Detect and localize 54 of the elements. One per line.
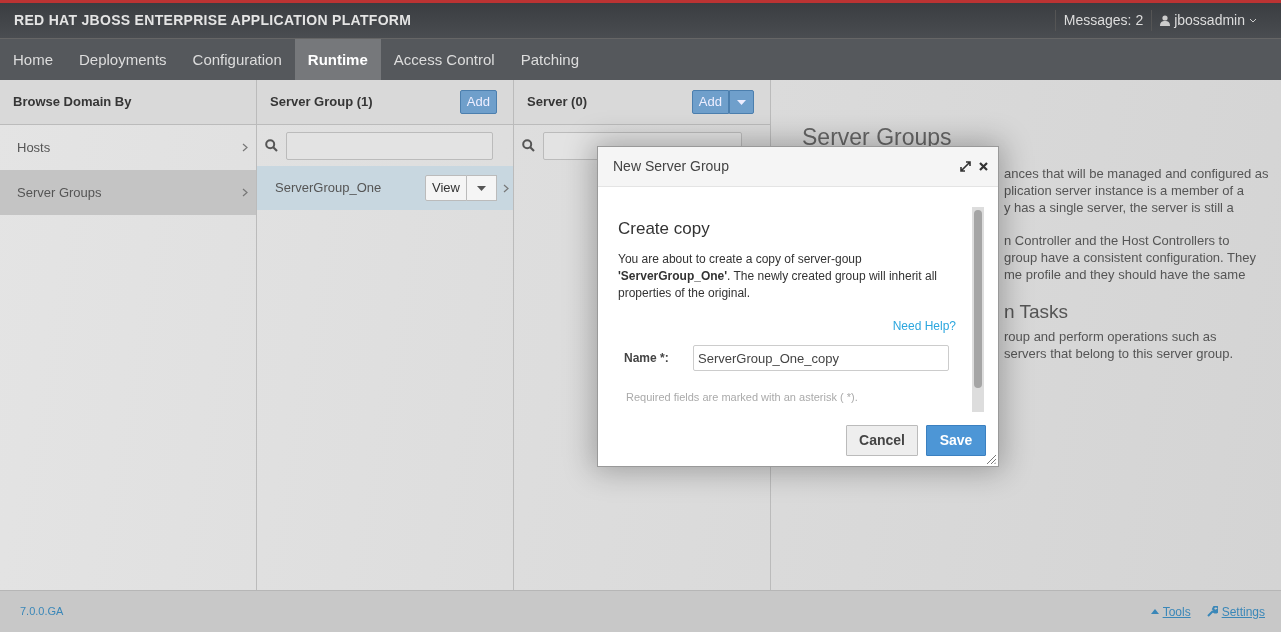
column-title: Server Group (1) (270, 93, 373, 112)
caret-up-icon (1150, 609, 1159, 614)
column-title: Server (0) (527, 93, 587, 112)
view-button[interactable]: View (425, 175, 467, 201)
nav-tab[interactable]: Configuration (179, 39, 295, 81)
column-title: Browse Domain By (13, 93, 132, 112)
brand-logo: RED HAT JBOSS ENTERPRISE APPLICATION PLATFORM (13, 11, 412, 30)
search-field[interactable] (286, 131, 493, 160)
text-line: group have a consistent configuration. They (1004, 248, 1256, 266)
search-icon (265, 139, 278, 152)
chevron-right-icon (242, 188, 248, 197)
caret-down-icon (477, 186, 486, 192)
nav-tab[interactable]: Access Control (380, 39, 508, 81)
section-heading: Server Groups (802, 123, 953, 152)
add-dropdown-button[interactable] (729, 90, 754, 114)
chevron-right-icon (503, 183, 509, 193)
wrench-icon (1206, 606, 1218, 617)
section-heading: n Tasks (1004, 302, 1069, 320)
chevron-down-icon (1249, 18, 1257, 23)
nav-tab[interactable]: Deployments (66, 39, 180, 81)
required-note: Required fields are marked with an asterisk ( *). (625, 390, 859, 405)
user-icon (1160, 15, 1171, 26)
chevron-right-icon (242, 143, 248, 152)
text-line: ances that will be managed and configured as (1004, 164, 1269, 182)
field-label: Name *: (623, 350, 670, 367)
text-line: servers that belong to this server group. (1004, 344, 1234, 362)
user-menu[interactable]: jbossadmin (1151, 10, 1265, 31)
nav-tab[interactable]: Runtime (294, 39, 381, 81)
close-icon[interactable] (979, 162, 988, 171)
browse-item[interactable]: Server Groups (0, 170, 256, 215)
text-line: y has a single server, the server is still a (1004, 198, 1234, 216)
help-link[interactable]: Need Help? (892, 318, 956, 333)
server-group-item[interactable]: ServerGroup_One View (257, 166, 513, 210)
dialog-description: You are about to create a copy of server-goup 'ServerGroup_One'. The newly created group will inherit all properties of the original. (618, 250, 938, 302)
nav-tab[interactable]: Patching (507, 39, 593, 81)
text-line: me profile and they should have the same (1004, 265, 1246, 283)
nav-tab[interactable]: Home (0, 39, 66, 81)
caret-down-icon (737, 100, 746, 106)
scrollbar-thumb[interactable] (974, 210, 982, 388)
text-line: roup and perform operations such as (1004, 327, 1217, 345)
text-line: plication server instance is a member of a (1004, 181, 1244, 199)
dialog-title: New Server Group (613, 157, 729, 176)
view-dropdown-button[interactable] (467, 175, 497, 201)
dialog-heading: Create copy (618, 218, 711, 240)
cancel-button[interactable]: Cancel (846, 425, 918, 456)
messages-link[interactable]: Messages: 2 (1054, 10, 1152, 31)
maximize-icon[interactable] (960, 161, 971, 172)
browse-item[interactable]: Hosts (0, 125, 256, 170)
resize-grip-icon[interactable] (986, 454, 996, 464)
save-button[interactable]: Save (926, 425, 986, 456)
search-icon (522, 139, 535, 152)
name-field[interactable]: ServerGroup_One_copy (693, 345, 949, 371)
text-line: n Controller and the Host Controllers to (1004, 231, 1230, 249)
scrollbar-track[interactable] (972, 207, 984, 412)
